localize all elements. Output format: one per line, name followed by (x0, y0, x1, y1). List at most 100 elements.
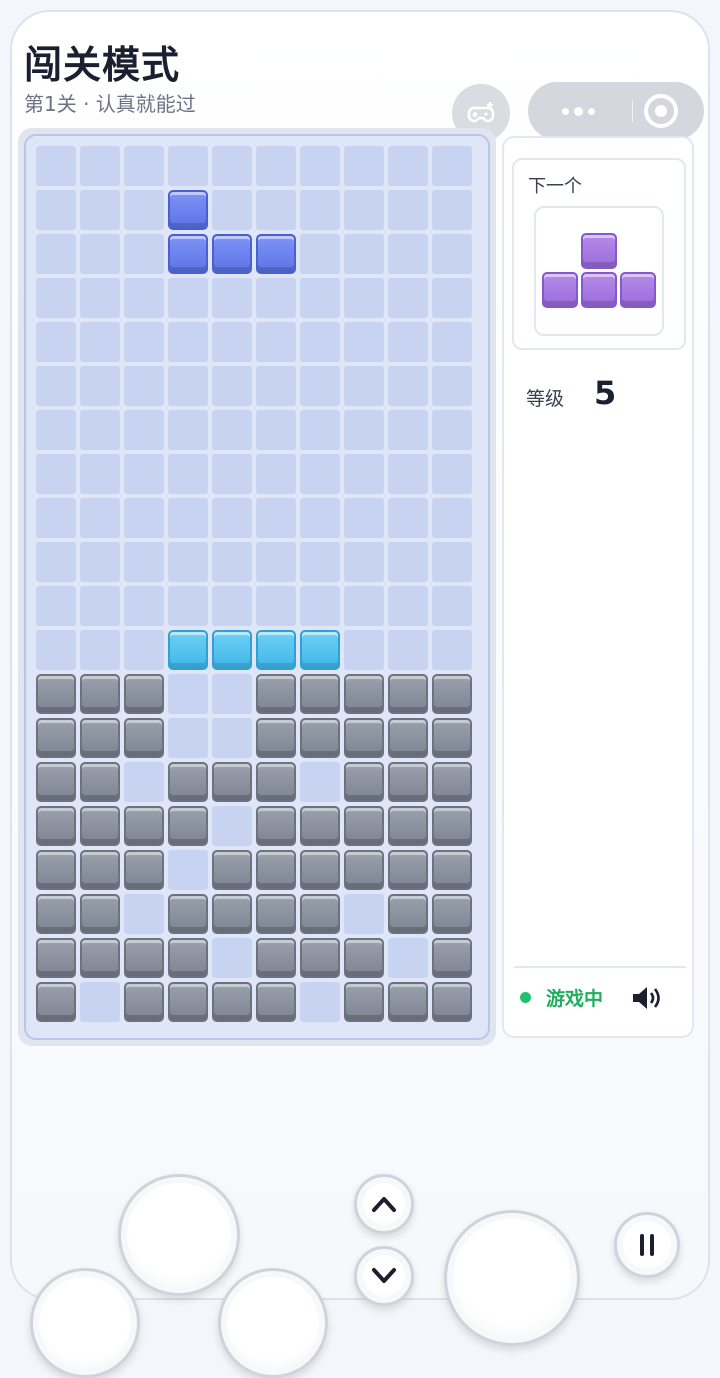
speaker-icon[interactable] (630, 984, 666, 1012)
piece-block (256, 630, 296, 670)
empty-cell (124, 190, 164, 230)
locked-block (80, 850, 120, 890)
rotate-up-button[interactable] (354, 1174, 414, 1234)
empty-cell (344, 630, 384, 670)
next-piece-block (620, 272, 656, 308)
empty-cell (36, 366, 76, 406)
drop-down-button[interactable] (354, 1246, 414, 1306)
locked-block (300, 674, 340, 714)
next-piece-preview (534, 206, 664, 336)
empty-cell (80, 322, 120, 362)
locked-block (256, 850, 296, 890)
empty-cell (212, 674, 252, 714)
empty-cell (388, 630, 428, 670)
empty-cell (300, 498, 340, 538)
chevron-up-icon (372, 1197, 396, 1212)
locked-block (124, 674, 164, 714)
locked-block (300, 938, 340, 978)
empty-cell (432, 454, 472, 494)
empty-cell (168, 146, 208, 186)
status-divider (514, 966, 686, 968)
empty-cell (80, 498, 120, 538)
locked-block (388, 806, 428, 846)
empty-cell (212, 322, 252, 362)
empty-cell (124, 762, 164, 802)
empty-cell (36, 322, 76, 362)
empty-cell (432, 630, 472, 670)
empty-cell (300, 454, 340, 494)
locked-block (300, 718, 340, 758)
more-dots-icon[interactable] (556, 100, 600, 122)
empty-cell (212, 542, 252, 582)
empty-cell (432, 498, 472, 538)
locked-block (344, 938, 384, 978)
empty-cell (300, 366, 340, 406)
empty-cell (168, 278, 208, 318)
empty-cell (256, 190, 296, 230)
locked-block (300, 850, 340, 890)
locked-block (432, 982, 472, 1022)
level-label: 等级 (526, 388, 565, 410)
level-value: 5 (594, 374, 617, 412)
gamepad-icon (467, 102, 495, 123)
empty-cell (388, 234, 428, 274)
locked-block (212, 982, 252, 1022)
target-icon[interactable] (644, 94, 678, 128)
empty-cell (80, 190, 120, 230)
action-button[interactable] (444, 1210, 580, 1346)
locked-block (300, 894, 340, 934)
empty-cell (344, 190, 384, 230)
empty-cell (388, 586, 428, 626)
locked-block (36, 850, 76, 890)
empty-cell (124, 146, 164, 186)
empty-cell (344, 322, 384, 362)
empty-cell (388, 410, 428, 450)
locked-block (388, 850, 428, 890)
empty-cell (124, 278, 164, 318)
side-panel: 下一个 等级 5 游戏中 (502, 136, 694, 1038)
empty-cell (212, 190, 252, 230)
empty-cell (256, 586, 296, 626)
next-piece-label: 下一个 (528, 176, 582, 197)
mini-program-capsule (528, 82, 704, 140)
empty-cell (124, 322, 164, 362)
locked-block (432, 762, 472, 802)
locked-block (168, 894, 208, 934)
locked-block (80, 938, 120, 978)
chevron-down-icon (372, 1268, 396, 1283)
empty-cell (300, 234, 340, 274)
empty-cell (36, 542, 76, 582)
down-right-button[interactable] (218, 1268, 328, 1378)
empty-cell (256, 454, 296, 494)
empty-cell (80, 366, 120, 406)
empty-cell (300, 542, 340, 582)
down-left-button[interactable] (30, 1268, 140, 1378)
empty-cell (124, 366, 164, 406)
locked-block (256, 982, 296, 1022)
empty-cell (124, 454, 164, 494)
level-subtitle: 第1关 · 认真就能过 (24, 92, 196, 116)
empty-cell (124, 234, 164, 274)
active-piece-block (256, 234, 296, 274)
empty-cell (388, 542, 428, 582)
empty-cell (388, 366, 428, 406)
locked-block (36, 806, 76, 846)
empty-cell (432, 234, 472, 274)
empty-cell (432, 322, 472, 362)
left-move-button[interactable] (118, 1174, 240, 1296)
locked-block (168, 806, 208, 846)
empty-cell (344, 542, 384, 582)
empty-cell (80, 630, 120, 670)
empty-cell (388, 278, 428, 318)
locked-block (80, 718, 120, 758)
next-piece-block (581, 233, 617, 269)
pause-button[interactable] (614, 1212, 680, 1278)
empty-cell (212, 806, 252, 846)
locked-block (256, 938, 296, 978)
locked-block (36, 982, 76, 1022)
locked-block (256, 894, 296, 934)
locked-block (388, 762, 428, 802)
empty-cell (168, 498, 208, 538)
locked-block (344, 982, 384, 1022)
next-piece-block (581, 272, 617, 308)
